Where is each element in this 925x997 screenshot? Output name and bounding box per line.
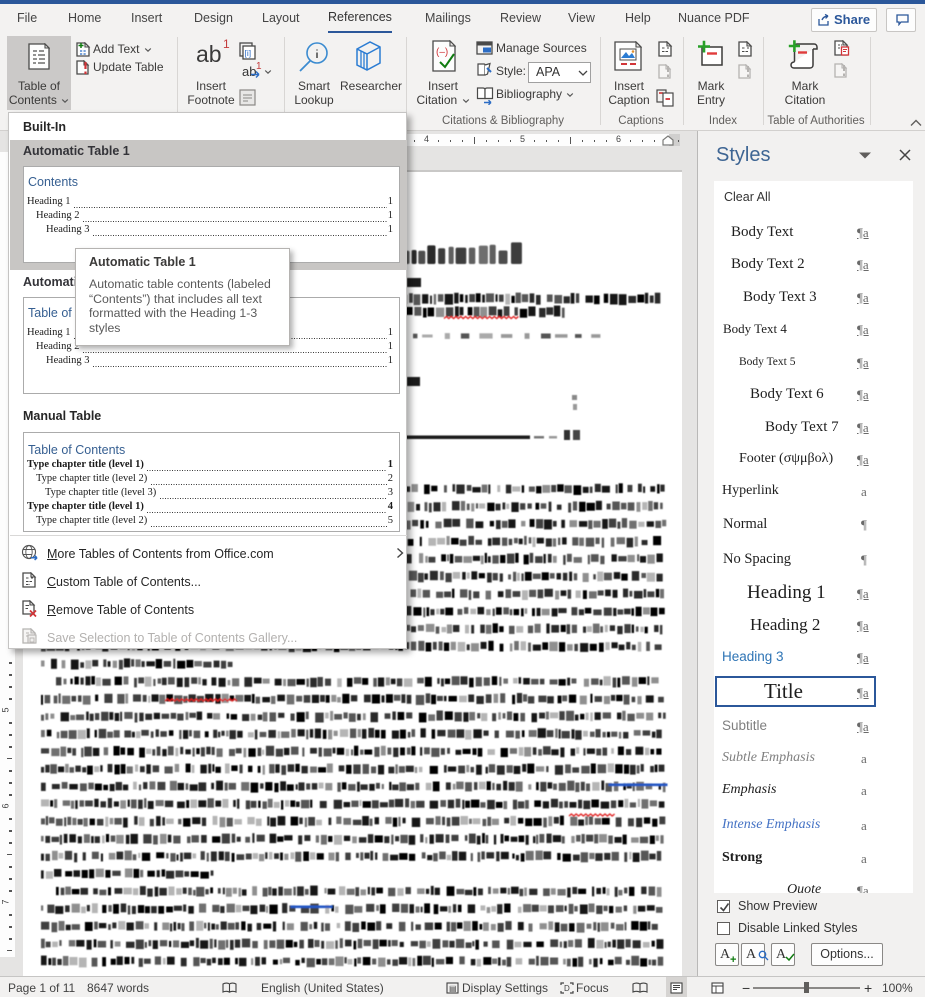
svg-text:D: D: [564, 984, 570, 993]
svg-text:▤: ▤: [449, 984, 457, 993]
svg-text:(–): (–): [436, 47, 448, 58]
svg-text:[i]: [i]: [245, 48, 252, 58]
